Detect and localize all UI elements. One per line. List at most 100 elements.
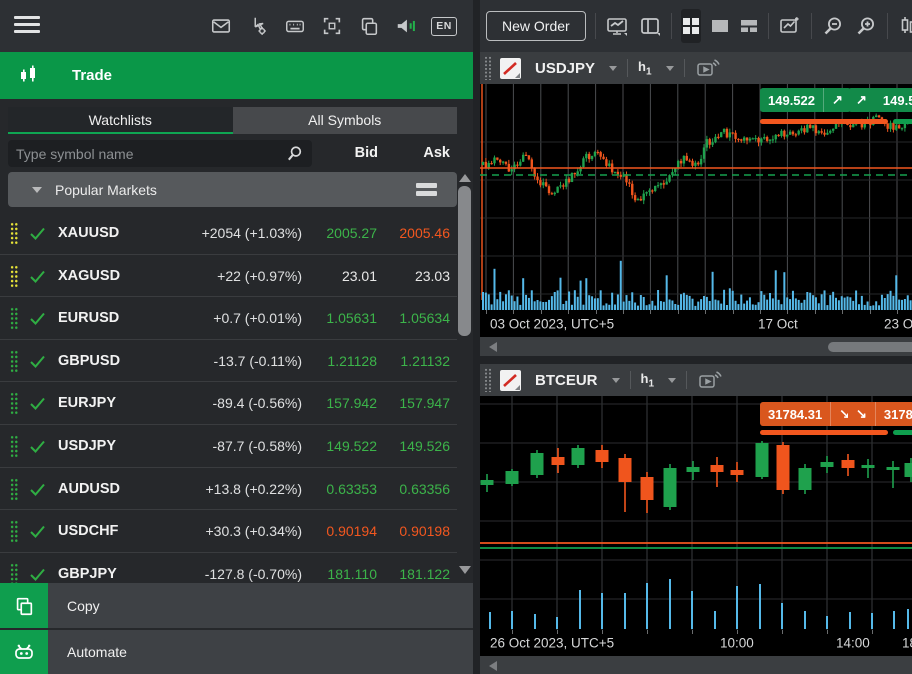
btceur-chart-canvas[interactable]: 31784.31↘ ↘31787 [480, 396, 912, 630]
symbol-dropdown-icon[interactable] [609, 66, 617, 71]
symbol-row-xauusd[interactable]: XAUUSD+2054 (+1.03%)2005.272005.46 [0, 212, 457, 255]
check-icon[interactable] [29, 226, 46, 241]
chart-type-icon[interactable] [500, 58, 521, 79]
drag-handle[interactable] [10, 307, 18, 330]
check-icon[interactable] [29, 396, 46, 411]
context-menu: Copy Automate [0, 583, 473, 674]
candles-icon[interactable] [897, 14, 912, 38]
drag-handle[interactable] [10, 350, 18, 373]
bid-price[interactable]: 1.05631 [326, 297, 377, 340]
check-icon[interactable] [29, 524, 46, 539]
ask-price[interactable]: 149.526 [399, 425, 450, 468]
copy-icon[interactable] [357, 14, 381, 38]
check-icon[interactable] [29, 354, 46, 369]
bid-price[interactable]: 1.21128 [327, 340, 377, 383]
context-menu-item-copy[interactable]: Copy [0, 583, 473, 628]
screen-share-icon[interactable] [605, 14, 629, 38]
search-icon[interactable] [285, 144, 304, 163]
chart-drag-handle[interactable] [484, 56, 492, 80]
symbol-dropdown-icon[interactable] [612, 378, 620, 383]
new-order-button[interactable]: New Order [486, 11, 586, 41]
symbol-row-xagusd[interactable]: XAGUSD+22 (+0.97%)23.0123.03 [0, 255, 457, 298]
chart-symbol-label[interactable]: USDJPY [535, 60, 595, 77]
timeframe-dropdown-icon[interactable] [666, 66, 674, 71]
drag-handle[interactable] [10, 392, 18, 415]
chart-type-icon[interactable] [500, 370, 521, 391]
symbol-row-eurjpy[interactable]: EURJPY-89.4 (-0.56%)157.942157.947 [0, 382, 457, 425]
timeframe-label[interactable]: h1 [638, 59, 652, 78]
keyboard-icon[interactable] [283, 14, 307, 38]
list-scroll-up-icon[interactable] [459, 174, 471, 182]
symbol-name: AUDUSD [58, 468, 120, 511]
timeframe-dropdown-icon[interactable] [668, 378, 676, 383]
menu-item-label: Automate [67, 644, 127, 660]
check-icon[interactable] [29, 482, 46, 497]
drag-handle[interactable] [10, 222, 18, 245]
scroll-left-icon[interactable] [489, 661, 497, 671]
chart-symbol-label[interactable]: BTCEUR [535, 372, 598, 389]
tab-all-symbols[interactable]: All Symbols [233, 107, 458, 134]
check-icon[interactable] [29, 311, 46, 326]
symbol-row-usdjpy[interactable]: USDJPY-87.7 (-0.58%)149.522149.526 [0, 425, 457, 468]
group-popular-markets[interactable]: Popular Markets [8, 172, 457, 207]
list-scrollbar-thumb[interactable] [458, 186, 471, 336]
bid-price[interactable]: 23.01 [342, 255, 377, 298]
menu-item-label: Copy [67, 598, 100, 614]
zoom-out-icon[interactable] [821, 14, 845, 38]
split-layout-icon[interactable] [739, 14, 759, 38]
check-icon[interactable] [29, 269, 46, 284]
symbol-search-input[interactable] [16, 140, 266, 167]
broadcast-icon[interactable] [695, 57, 721, 79]
chart-edit-icon[interactable] [778, 14, 802, 38]
trading-app: EN New Order [0, 0, 912, 674]
bid-price[interactable]: 149.522 [326, 425, 377, 468]
fullscreen-icon[interactable] [320, 14, 344, 38]
symbol-change: +30.3 (+0.34%) [205, 510, 302, 553]
cursor-settings-icon[interactable] [246, 14, 270, 38]
tab-watchlists[interactable]: Watchlists [8, 107, 233, 134]
zoom-in-icon[interactable] [854, 14, 878, 38]
ask-price[interactable]: 2005.46 [399, 212, 450, 255]
ask-price[interactable]: 157.947 [399, 382, 450, 425]
check-icon[interactable] [29, 439, 46, 454]
drag-handle[interactable] [10, 478, 18, 501]
ask-price[interactable]: 23.03 [415, 255, 450, 298]
drag-handle[interactable] [10, 520, 18, 543]
bid-price[interactable]: 0.63353 [326, 468, 377, 511]
bid-price[interactable]: 2005.27 [326, 212, 377, 255]
candles-white-icon [16, 63, 42, 89]
usdjpy-chart-canvas[interactable]: 149.522↗ ↗149.526 [480, 84, 912, 310]
language-selector[interactable]: EN [431, 17, 457, 36]
broadcast-icon[interactable] [697, 369, 723, 391]
ask-price[interactable]: 0.90198 [399, 510, 450, 553]
single-layout-icon[interactable] [710, 14, 730, 38]
ask-price[interactable]: 1.05634 [399, 297, 450, 340]
check-icon[interactable] [29, 567, 46, 582]
layout-icon[interactable] [638, 14, 662, 38]
drag-handle[interactable] [10, 435, 18, 458]
context-menu-item-automate[interactable]: Automate [0, 630, 473, 674]
symbol-row-audusd[interactable]: AUDUSD+13.8 (+0.22%)0.633530.63356 [0, 468, 457, 511]
ask-price[interactable]: 1.21132 [400, 340, 450, 383]
symbol-row-eurusd[interactable]: EURUSD+0.7 (+0.01%)1.056311.05634 [0, 297, 457, 340]
grid-layout-icon[interactable] [681, 9, 701, 43]
timeframe-label[interactable]: h1 [641, 371, 655, 390]
drag-handle[interactable] [10, 265, 18, 288]
list-scroll-down-icon[interactable] [459, 566, 471, 574]
trade-panel-header[interactable]: Trade [0, 52, 473, 99]
time-axis[interactable]: 03 Oct 2023, UTC+517 Oct23 Oct [480, 310, 912, 337]
chart-drag-handle[interactable] [484, 368, 492, 392]
symbol-row-gbpusd[interactable]: GBPUSD-13.7 (-0.11%)1.211281.21132 [0, 340, 457, 383]
volume-icon[interactable] [394, 14, 418, 38]
envelope-icon[interactable] [209, 14, 233, 38]
group-menu-icon[interactable] [416, 183, 437, 196]
bid-column-header: Bid [326, 140, 378, 167]
scroll-left-icon[interactable] [489, 342, 497, 352]
time-axis[interactable]: 26 Oct 2023, UTC+510:0014:0018:00 [480, 630, 912, 656]
chart-scrollbar-thumb[interactable] [828, 342, 912, 352]
bid-price[interactable]: 157.942 [326, 382, 377, 425]
symbol-row-usdchf[interactable]: USDCHF+30.3 (+0.34%)0.901940.90198 [0, 510, 457, 553]
bid-price[interactable]: 0.90194 [326, 510, 377, 553]
ask-price[interactable]: 0.63356 [399, 468, 450, 511]
main-menu-icon[interactable] [14, 16, 40, 36]
